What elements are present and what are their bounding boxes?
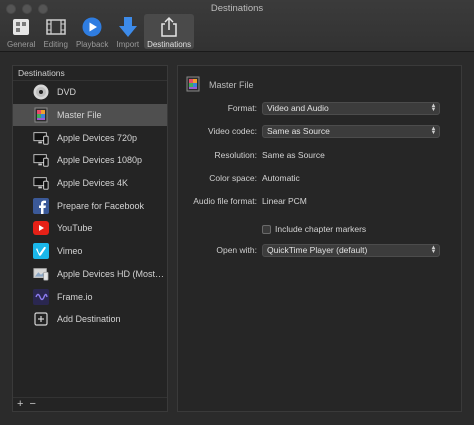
sidebar-item-apple-devices-720p[interactable]: Apple Devices 720p — [13, 126, 167, 149]
video-codec-value: Same as Source — [267, 126, 330, 136]
chapter-markers-label: Include chapter markers — [275, 224, 367, 234]
tab-general-label: General — [7, 40, 36, 49]
tab-playback-label: Playback — [75, 40, 109, 49]
panel-title: Master File — [186, 76, 254, 94]
chapter-markers-row: Include chapter markers — [178, 222, 463, 236]
sidebar-item-master-file[interactable]: Master File — [13, 103, 167, 127]
tab-import[interactable]: Import — [113, 14, 142, 49]
sidebar-item-label: Frame.io — [57, 291, 93, 302]
tab-editing[interactable]: Editing — [40, 14, 70, 49]
master-file-icon — [186, 76, 200, 94]
sidebar-item-vimeo[interactable]: Vimeo — [13, 240, 167, 263]
sidebar-item-label: Apple Devices 720p — [57, 132, 138, 143]
window-title: Destinations — [210, 3, 264, 14]
format-select[interactable]: Video and Audio ▲ ▼ — [262, 101, 440, 115]
title-bar: Destinations General Editing Playback Im… — [0, 0, 474, 52]
sidebar-item-label: Vimeo — [57, 246, 83, 257]
add-destination-icon — [33, 311, 49, 327]
video-codec-select[interactable]: Same as Source ▲ ▼ — [262, 124, 440, 138]
destination-settings-panel: Master File Format: Video and Audio ▲ ▼ V… — [177, 65, 462, 412]
resolution-row: Resolution: Same as Source — [178, 148, 463, 162]
chevron-updown-icon: ▲ ▼ — [430, 102, 437, 114]
vimeo-icon — [33, 243, 49, 260]
color-space-row: Color space: Automatic — [178, 171, 463, 185]
sidebar-item-label: Apple Devices 1080p — [57, 155, 143, 166]
open-with-select[interactable]: QuickTime Player (default) ▲ ▼ — [262, 243, 440, 257]
tab-import-label: Import — [116, 40, 140, 49]
color-space-value: Automatic — [262, 173, 300, 183]
tab-playback[interactable]: Playback — [73, 14, 111, 49]
sidebar-item-label: Master File — [57, 110, 102, 121]
video-codec-label: Video codec: — [208, 126, 257, 136]
resolution-label: Resolution: — [214, 150, 257, 160]
color-space-label: Color space: — [209, 173, 257, 183]
sidebar-item-label: Apple Devices HD (Most compatible) — [57, 268, 165, 279]
format-row: Format: Video and Audio ▲ ▼ — [178, 101, 463, 115]
format-label: Format: — [227, 103, 257, 113]
sidebar-item-apple-devices-1080p[interactable]: Apple Devices 1080p — [13, 149, 167, 172]
import-icon — [117, 16, 139, 38]
frameio-icon — [33, 288, 49, 305]
tab-destinations-label: Destinations — [147, 40, 192, 49]
open-with-value: QuickTime Player (default) — [267, 245, 368, 255]
sidebar-footer: + − — [13, 397, 167, 411]
chapter-markers-checkbox[interactable] — [262, 224, 271, 234]
sidebar-item-prepare-for-facebook[interactable]: Prepare for Facebook — [13, 194, 167, 217]
youtube-icon — [33, 220, 49, 236]
open-with-label: Open with: — [216, 245, 257, 255]
tab-editing-label: Editing — [43, 40, 68, 49]
tab-general[interactable]: General — [4, 14, 38, 49]
video-codec-row: Video codec: Same as Source ▲ ▼ — [178, 124, 463, 138]
sidebar-item-label: Add Destination — [57, 314, 121, 325]
sidebar-item-apple-devices-4k[interactable]: Apple Devices 4K — [13, 172, 167, 195]
master-file-icon — [33, 107, 49, 123]
audio-format-label: Audio file format: — [193, 196, 257, 206]
tab-destinations[interactable]: Destinations — [144, 14, 195, 49]
sidebar-item-dvd[interactable]: DVD — [13, 81, 167, 104]
sidebar-item-apple-devices-hd[interactable]: Apple Devices HD (Most compatible) — [13, 263, 167, 286]
destinations-icon — [158, 16, 180, 38]
audio-format-row: Audio file format: Linear PCM — [178, 194, 463, 208]
destinations-list: DVD Master File Apple Devices 720p Apple… — [13, 81, 167, 331]
sidebar-item-label: Prepare for Facebook — [57, 200, 145, 211]
sidebar-header: Destinations — [13, 66, 167, 81]
destinations-sidebar: Destinations DVD Master File Apple Devic… — [12, 65, 168, 412]
sidebar-item-label: DVD — [57, 87, 77, 98]
apple-devices-hd-icon — [33, 266, 49, 282]
sidebar-item-label: YouTube — [57, 223, 93, 234]
general-icon — [10, 16, 32, 38]
editing-icon — [45, 16, 67, 38]
format-value: Video and Audio — [267, 103, 329, 113]
panel-title-text: Master File — [209, 80, 254, 90]
sidebar-item-frameio[interactable]: Frame.io — [13, 285, 167, 308]
apple-devices-icon — [33, 175, 49, 191]
dvd-icon — [33, 84, 49, 100]
facebook-icon — [33, 197, 49, 214]
chevron-updown-icon: ▲ ▼ — [430, 125, 437, 137]
playback-icon — [81, 16, 103, 38]
audio-format-value: Linear PCM — [262, 196, 307, 206]
remove-destination-button[interactable]: − — [29, 399, 35, 410]
open-with-row: Open with: QuickTime Player (default) ▲ ▼ — [178, 243, 463, 257]
resolution-value: Same as Source — [262, 150, 325, 160]
sidebar-item-label: Apple Devices 4K — [57, 178, 129, 189]
add-destination-button[interactable]: + — [17, 399, 23, 410]
preferences-toolbar: General Editing Playback Import Destinat… — [4, 14, 195, 49]
apple-devices-icon — [33, 152, 49, 168]
preferences-window: Destinations General Editing Playback Im… — [0, 0, 474, 425]
sidebar-item-youtube[interactable]: YouTube — [13, 217, 167, 240]
chevron-updown-icon: ▲ ▼ — [430, 244, 437, 256]
sidebar-item-add-destination[interactable]: Add Destination — [13, 308, 167, 331]
apple-devices-icon — [33, 130, 49, 146]
